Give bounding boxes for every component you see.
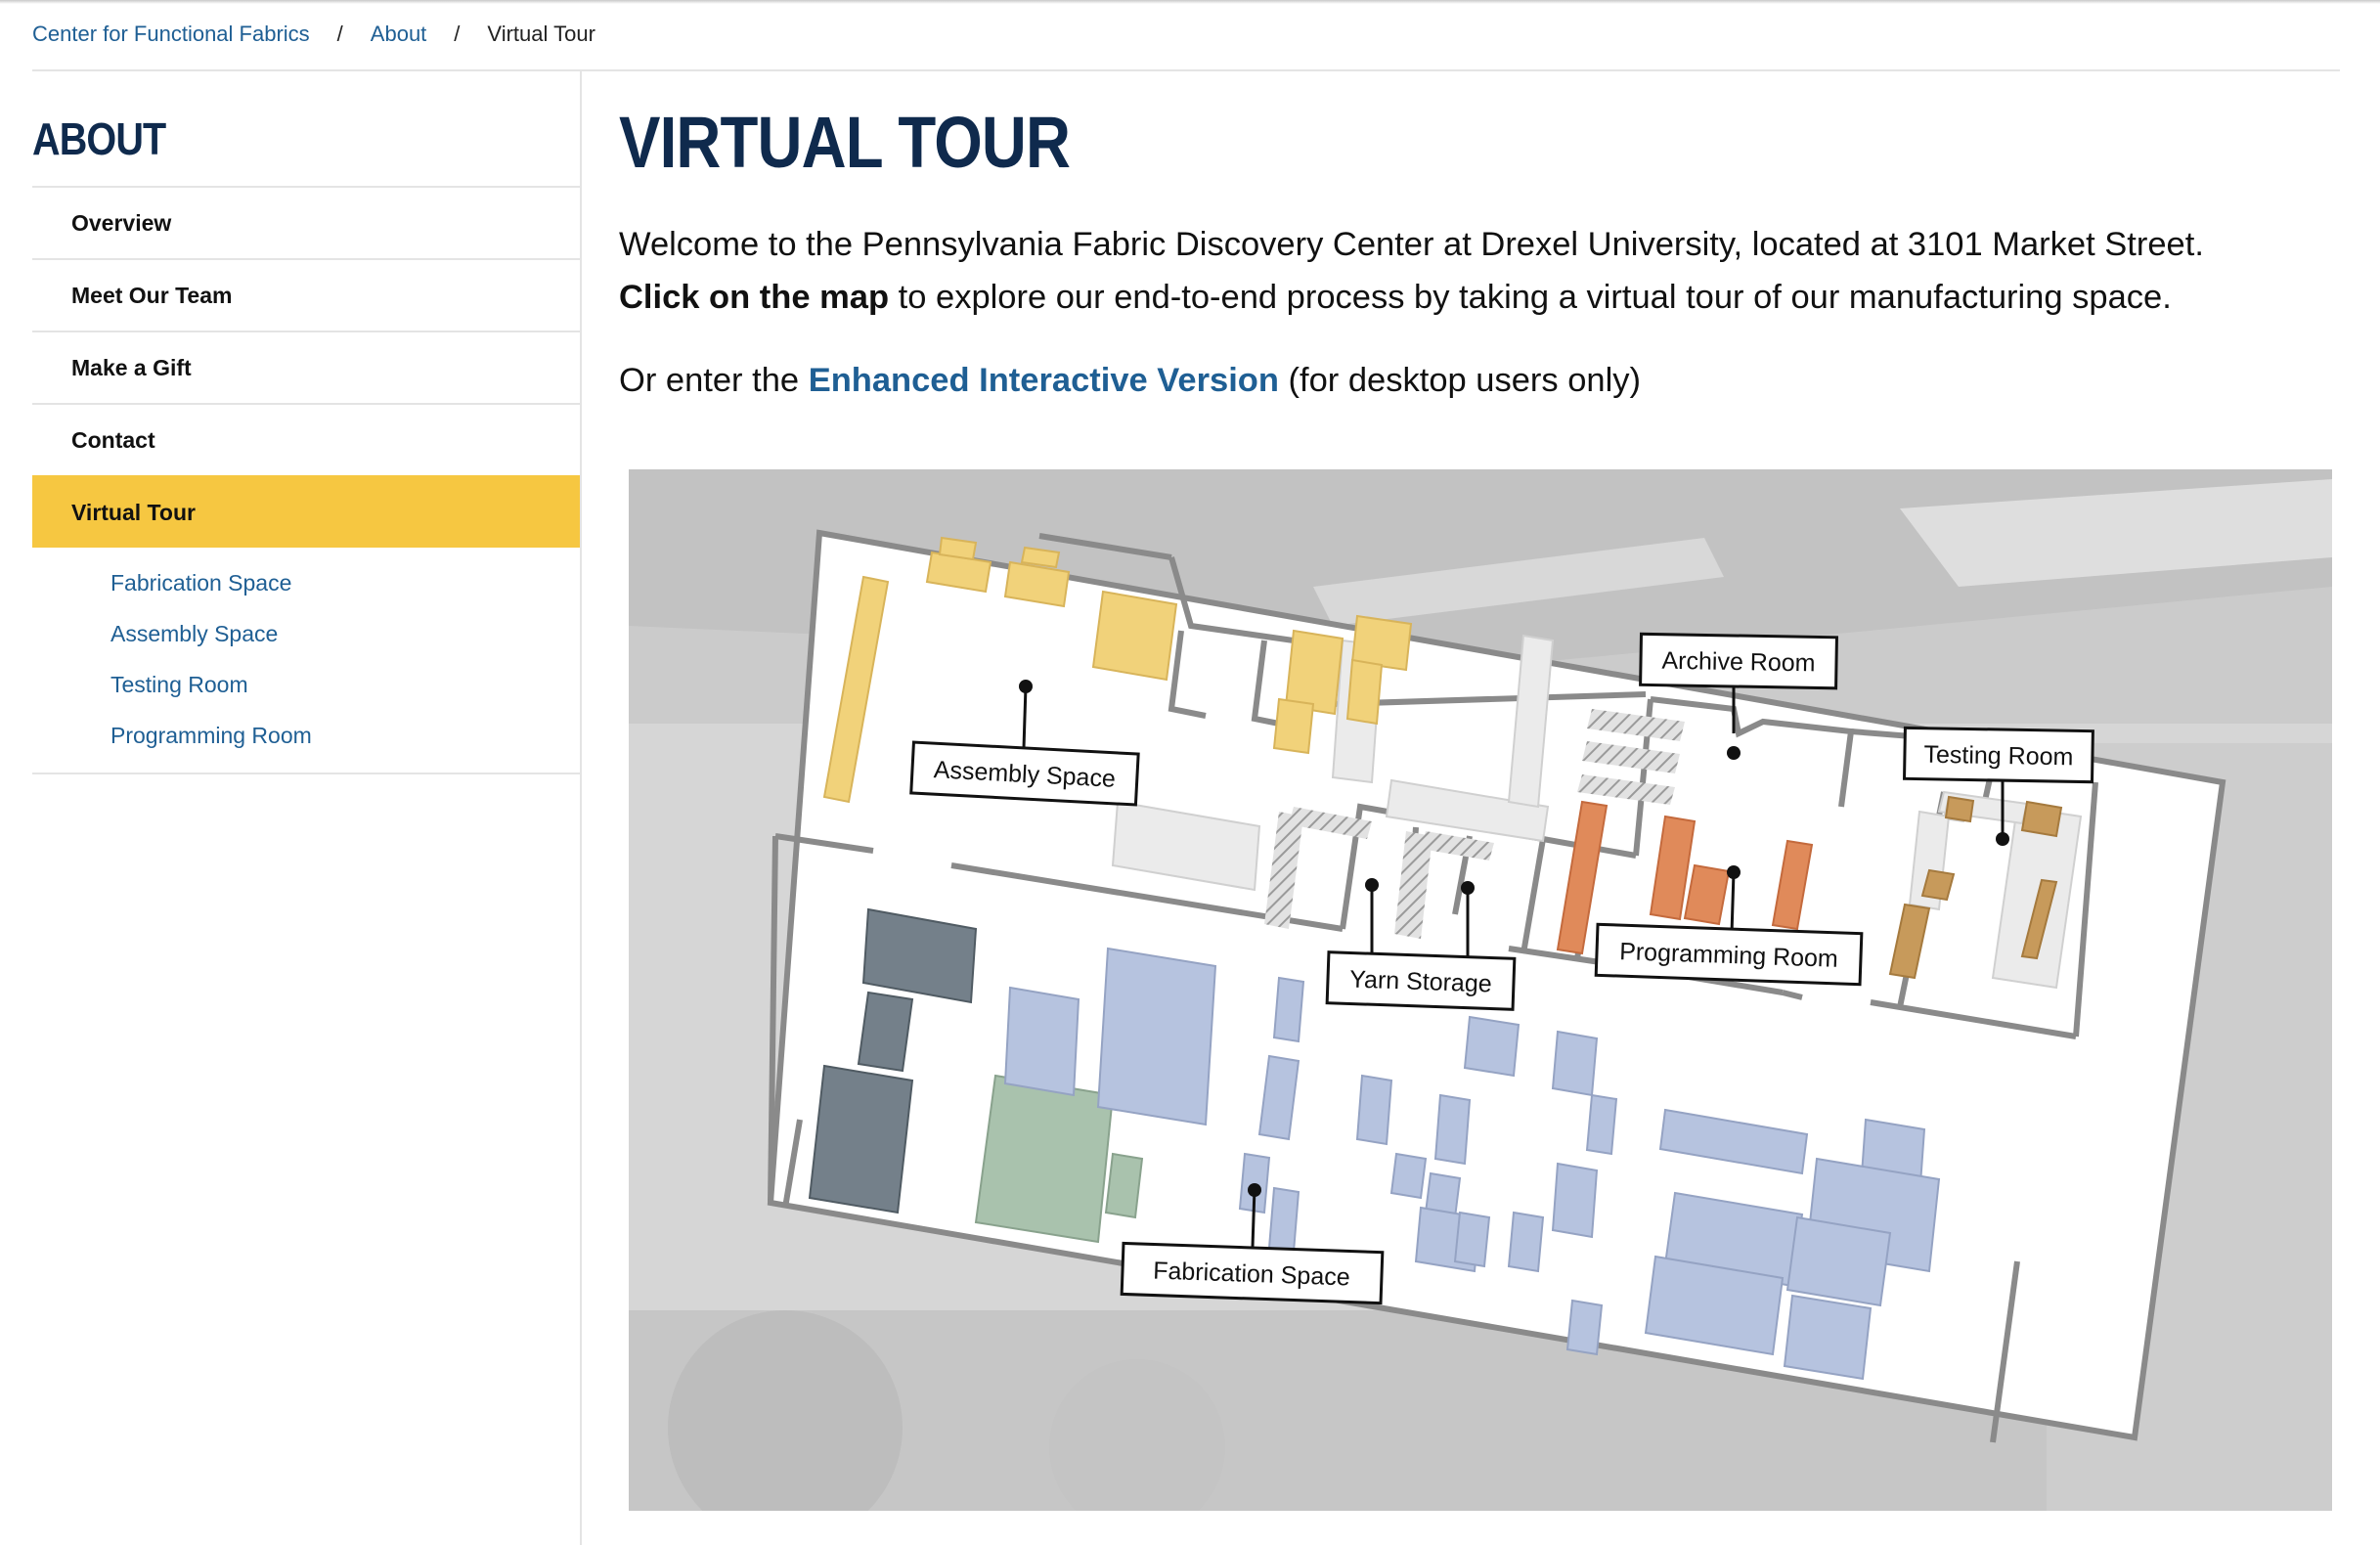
- breadcrumb-current: Virtual Tour: [487, 22, 595, 46]
- enhanced-paragraph: Or enter the Enhanced Interactive Versio…: [619, 362, 1641, 400]
- intro-paragraph: Welcome to the Pennsylvania Fabric Disco…: [619, 218, 2340, 324]
- intro-text: Welcome to the Pennsylvania Fabric Disco…: [619, 226, 2204, 263]
- subnav-item-testing-room[interactable]: Testing Room: [32, 659, 580, 710]
- page-title: VIRTUAL TOUR: [619, 102, 1071, 183]
- breadcrumb-separator: /: [454, 22, 461, 46]
- floor-map[interactable]: Assembly Space Archive Room Testing Room: [629, 469, 2332, 1511]
- sidebar-item-overview[interactable]: Overview: [32, 186, 580, 258]
- enhanced-suffix: (for desktop users only): [1278, 362, 1642, 399]
- intro-bold-text: Click on the map: [619, 279, 890, 316]
- floor-map-svg: Assembly Space Archive Room Testing Room: [629, 469, 2332, 1511]
- breadcrumb-separator: /: [336, 22, 343, 46]
- breadcrumb-link-about[interactable]: About: [371, 22, 427, 47]
- intro-rest-text: to explore our end-to-end process by tak…: [889, 279, 2172, 316]
- label-archive-room: Archive Room: [1661, 647, 1815, 678]
- sidebar-nav: Overview Meet Our Team Make a Gift Conta…: [32, 186, 580, 774]
- sidebar: ABOUT Overview Meet Our Team Make a Gift…: [32, 71, 582, 1545]
- breadcrumb: Center for Functional Fabrics / About / …: [32, 20, 595, 49]
- sidebar-title: ABOUT: [32, 113, 166, 164]
- sidebar-subnav: Fabrication Space Assembly Space Testing…: [32, 548, 580, 774]
- sidebar-item-virtual-tour[interactable]: Virtual Tour: [32, 475, 580, 548]
- top-shadow: [0, 0, 2380, 4]
- sidebar-item-contact[interactable]: Contact: [32, 403, 580, 475]
- label-testing-room: Testing Room: [1923, 741, 2073, 772]
- enhanced-version-link[interactable]: Enhanced Interactive Version: [809, 362, 1279, 399]
- subnav-item-assembly-space[interactable]: Assembly Space: [32, 608, 580, 659]
- sidebar-item-make-a-gift[interactable]: Make a Gift: [32, 331, 580, 403]
- label-yarn-storage: Yarn Storage: [1349, 965, 1492, 997]
- enhanced-prefix: Or enter the: [619, 362, 809, 399]
- sidebar-item-meet-our-team[interactable]: Meet Our Team: [32, 258, 580, 331]
- breadcrumb-link-center[interactable]: Center for Functional Fabrics: [32, 22, 310, 47]
- subnav-item-programming-room[interactable]: Programming Room: [32, 710, 580, 761]
- subnav-item-fabrication-space[interactable]: Fabrication Space: [32, 557, 580, 608]
